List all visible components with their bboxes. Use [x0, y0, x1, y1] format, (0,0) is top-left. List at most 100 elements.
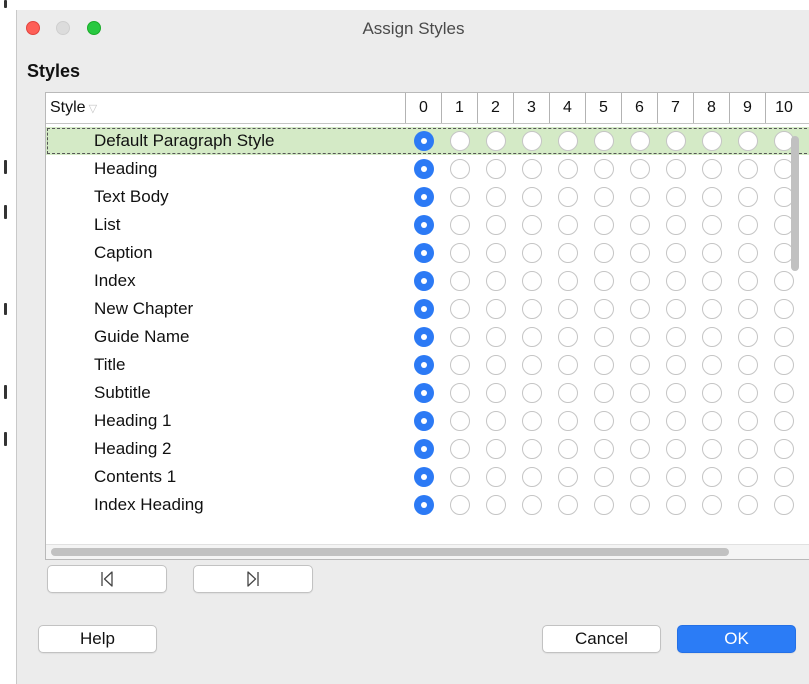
level-radio[interactable]: [486, 355, 506, 375]
horizontal-scrollbar[interactable]: [51, 548, 729, 556]
level-radio[interactable]: [450, 411, 470, 431]
level-radio[interactable]: [414, 495, 434, 515]
level-radio[interactable]: [522, 187, 542, 207]
level-radio[interactable]: [414, 411, 434, 431]
level-radio[interactable]: [522, 411, 542, 431]
level-radio[interactable]: [738, 299, 758, 319]
level-radio[interactable]: [486, 131, 506, 151]
level-radio[interactable]: [738, 159, 758, 179]
table-row[interactable]: Text Body: [46, 183, 809, 211]
level-radio[interactable]: [486, 411, 506, 431]
level-radio[interactable]: [666, 439, 686, 459]
level-radio[interactable]: [486, 439, 506, 459]
level-radio[interactable]: [702, 187, 722, 207]
level-radio[interactable]: [558, 411, 578, 431]
level-radio[interactable]: [522, 467, 542, 487]
level-radio[interactable]: [738, 495, 758, 515]
level-radio[interactable]: [630, 215, 650, 235]
level-radio[interactable]: [630, 187, 650, 207]
level-radio[interactable]: [702, 131, 722, 151]
level-radio[interactable]: [486, 327, 506, 347]
table-row[interactable]: List: [46, 211, 809, 239]
level-radio[interactable]: [630, 439, 650, 459]
level-radio[interactable]: [486, 495, 506, 515]
level-radio[interactable]: [594, 411, 614, 431]
level-radio[interactable]: [450, 439, 470, 459]
level-radio[interactable]: [774, 271, 794, 291]
vertical-scrollbar[interactable]: [791, 136, 799, 271]
level-radio[interactable]: [666, 187, 686, 207]
level-radio[interactable]: [594, 467, 614, 487]
level-radio[interactable]: [774, 495, 794, 515]
table-row[interactable]: Index Heading: [46, 491, 809, 519]
level-radio[interactable]: [558, 159, 578, 179]
table-row[interactable]: Default Paragraph Style: [46, 127, 809, 155]
level-radio[interactable]: [450, 467, 470, 487]
level-radio[interactable]: [666, 467, 686, 487]
level-radio[interactable]: [702, 439, 722, 459]
level-radio[interactable]: [630, 243, 650, 263]
level-radio[interactable]: [558, 243, 578, 263]
level-radio[interactable]: [522, 271, 542, 291]
level-radio[interactable]: [522, 495, 542, 515]
table-row[interactable]: Heading 2: [46, 435, 809, 463]
level-radio[interactable]: [414, 215, 434, 235]
level-radio[interactable]: [558, 383, 578, 403]
level-radio[interactable]: [558, 355, 578, 375]
level-radio[interactable]: [738, 383, 758, 403]
level-radio[interactable]: [666, 271, 686, 291]
level-radio[interactable]: [702, 159, 722, 179]
level-radio[interactable]: [738, 187, 758, 207]
style-column-header[interactable]: Style ▽: [46, 93, 406, 123]
cancel-button[interactable]: Cancel: [542, 625, 661, 653]
level-radio[interactable]: [558, 327, 578, 347]
level-radio[interactable]: [450, 299, 470, 319]
help-button[interactable]: Help: [38, 625, 157, 653]
level-radio[interactable]: [774, 411, 794, 431]
level-radio[interactable]: [522, 383, 542, 403]
level-radio[interactable]: [414, 299, 434, 319]
table-row[interactable]: Index: [46, 267, 809, 295]
level-radio[interactable]: [558, 495, 578, 515]
level-radio[interactable]: [414, 467, 434, 487]
level-radio[interactable]: [594, 271, 614, 291]
level-radio[interactable]: [414, 383, 434, 403]
level-radio[interactable]: [450, 355, 470, 375]
level-radio[interactable]: [738, 131, 758, 151]
table-row[interactable]: Contents 1: [46, 463, 809, 491]
level-radio[interactable]: [702, 215, 722, 235]
level-radio[interactable]: [666, 215, 686, 235]
level-radio[interactable]: [774, 383, 794, 403]
level-radio[interactable]: [630, 131, 650, 151]
level-radio[interactable]: [702, 299, 722, 319]
level-radio[interactable]: [774, 327, 794, 347]
level-radio[interactable]: [738, 243, 758, 263]
level-radio[interactable]: [666, 411, 686, 431]
level-radio[interactable]: [594, 327, 614, 347]
level-radio[interactable]: [666, 355, 686, 375]
level-radio[interactable]: [594, 299, 614, 319]
level-radio[interactable]: [594, 187, 614, 207]
level-radio[interactable]: [630, 271, 650, 291]
level-radio[interactable]: [450, 159, 470, 179]
level-radio[interactable]: [774, 439, 794, 459]
level-radio[interactable]: [666, 327, 686, 347]
level-radio[interactable]: [594, 439, 614, 459]
level-radio[interactable]: [630, 299, 650, 319]
level-radio[interactable]: [630, 467, 650, 487]
level-radio[interactable]: [486, 383, 506, 403]
level-radio[interactable]: [738, 327, 758, 347]
level-radio[interactable]: [702, 271, 722, 291]
level-radio[interactable]: [450, 243, 470, 263]
level-radio[interactable]: [594, 355, 614, 375]
level-radio[interactable]: [558, 271, 578, 291]
level-radio[interactable]: [450, 495, 470, 515]
level-radio[interactable]: [702, 355, 722, 375]
level-radio[interactable]: [774, 299, 794, 319]
level-radio[interactable]: [738, 411, 758, 431]
level-radio[interactable]: [594, 495, 614, 515]
level-radio[interactable]: [666, 131, 686, 151]
level-radio[interactable]: [666, 495, 686, 515]
level-radio[interactable]: [630, 495, 650, 515]
ok-button[interactable]: OK: [677, 625, 796, 653]
